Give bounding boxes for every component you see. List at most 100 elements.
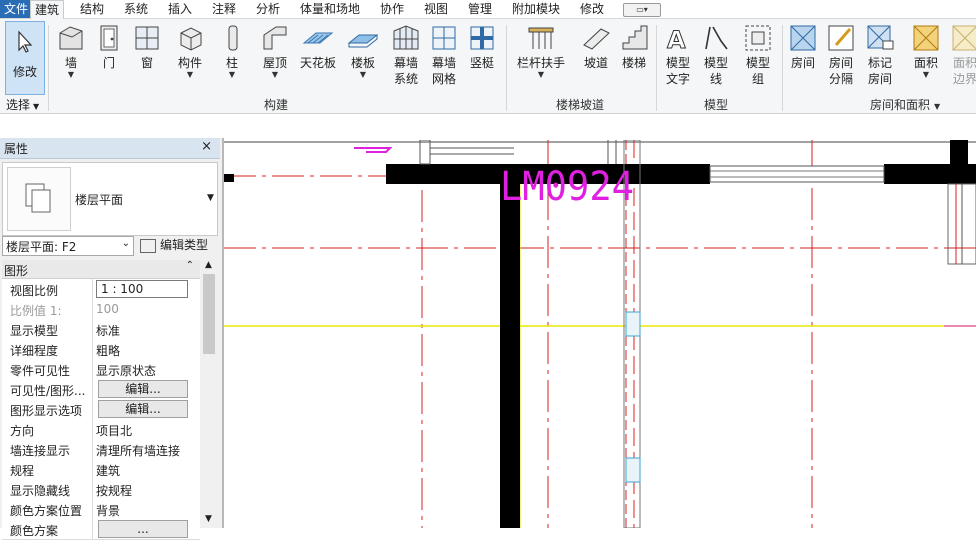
tab-modify[interactable]: 修改 <box>580 0 604 18</box>
mullion-button[interactable]: 竖梃 <box>464 23 500 71</box>
section-title: 图形 <box>4 264 29 278</box>
property-row[interactable]: 比例值 1: 100 <box>2 299 200 320</box>
wall-button[interactable]: 墙 ▼ <box>54 23 88 79</box>
model-text-button[interactable]: A 模型文字 <box>660 23 696 87</box>
property-row[interactable]: 颜色方案位置 背景 <box>2 499 200 520</box>
property-row[interactable]: 图形显示选项 编辑... <box>2 399 200 420</box>
properties-panel: 属性 × 楼层平面 ▼ 楼层平面: F2 ⌄ 编辑类型 图形 ⌃ 视图比例 1 :… <box>0 138 224 540</box>
property-row[interactable]: 详细程度 粗略 <box>2 339 200 360</box>
column-divider <box>92 499 93 519</box>
tab-structure[interactable]: 结构 <box>80 0 104 18</box>
area-button[interactable]: 面积 ▼ <box>908 23 944 79</box>
room-separator-button[interactable]: 房间分隔 <box>822 23 860 87</box>
tab-file[interactable]: 文件 <box>0 0 33 18</box>
stair-button[interactable]: 楼梯 <box>618 23 650 71</box>
tab-view[interactable]: 视图 <box>424 0 448 18</box>
roof-icon <box>263 26 287 50</box>
property-edit-button[interactable]: 编辑... <box>98 380 188 398</box>
tab-insert[interactable]: 插入 <box>168 0 192 18</box>
select-dropdown[interactable]: 选择 ▼ <box>6 96 39 113</box>
floor-button[interactable]: 楼板 ▼ <box>345 23 381 79</box>
room-label: 房间 <box>790 56 815 70</box>
model-text-label: 模型文字 <box>665 56 690 86</box>
railing-label: 栏杆扶手 <box>516 56 565 70</box>
railing-icon <box>528 27 554 49</box>
window-button[interactable]: 窗 <box>130 23 164 71</box>
tab-massing-site[interactable]: 体量和场地 <box>300 0 360 18</box>
cursor-icon <box>18 30 33 53</box>
tag-room-label: 标记房间 <box>867 56 892 86</box>
property-row[interactable]: 颜色方案... <box>2 519 200 540</box>
property-row[interactable]: 方向 项目北 <box>2 419 200 440</box>
tab-manage[interactable]: 管理 <box>468 0 492 18</box>
scroll-thumb[interactable] <box>203 274 215 354</box>
properties-scrollbar[interactable]: ▲ ▼ <box>201 258 217 528</box>
curtain-system-button[interactable]: 幕墙系统 <box>386 23 426 87</box>
property-input[interactable]: 1 : 100 <box>96 280 188 298</box>
panel-toggle-button[interactable]: ▭▾ <box>623 3 661 17</box>
edit-type-label: 编辑类型 <box>160 238 209 252</box>
area-boundary-button[interactable]: 面积边界 <box>948 23 976 87</box>
window <box>709 165 885 183</box>
property-row[interactable]: 零件可见性 显示原状态 <box>2 359 200 380</box>
property-row[interactable]: 可见性/图形... 编辑... <box>2 379 200 400</box>
edit-type-button[interactable]: 编辑类型 <box>140 236 208 254</box>
separator <box>782 25 783 111</box>
stairs-group-label: 楼梯坡道 <box>556 98 605 112</box>
tab-analyze[interactable]: 分析 <box>256 0 280 18</box>
property-key: 图形显示选项 <box>10 404 83 418</box>
model-group-button[interactable]: 模型组 <box>738 23 778 87</box>
separator <box>48 25 49 111</box>
column-button[interactable]: 柱 ▼ <box>218 23 246 79</box>
property-key: 比例值 1: <box>10 304 62 318</box>
scroll-up-icon[interactable]: ▲ <box>205 260 212 270</box>
property-edit-button[interactable]: ... <box>98 520 188 538</box>
property-row[interactable]: 显示隐藏线 按规程 <box>2 479 200 500</box>
collapse-icon[interactable]: ⌃ <box>186 260 194 271</box>
scroll-down-icon[interactable]: ▼ <box>205 514 212 524</box>
svg-text:A: A <box>667 26 686 53</box>
property-edit-button[interactable]: 编辑... <box>98 400 188 418</box>
column-label: 柱 <box>225 56 238 70</box>
railing-button[interactable]: 栏杆扶手 ▼ <box>514 23 568 79</box>
tab-systems[interactable]: 系统 <box>124 0 148 18</box>
view-instance-selector[interactable]: 楼层平面: F2 ⌄ <box>2 236 134 256</box>
property-row[interactable]: 视图比例 1 : 100 <box>2 279 200 300</box>
tab-collaborate[interactable]: 协作 <box>380 0 404 18</box>
curtain-grid-button[interactable]: 幕墙网格 <box>426 23 462 87</box>
property-key: 颜色方案 <box>10 524 59 538</box>
tab-architecture[interactable]: 建筑 <box>30 0 65 19</box>
tag-room-button[interactable]: 标记房间 <box>862 23 898 87</box>
door-button[interactable]: 门 <box>92 23 126 71</box>
property-value: 清理所有墙连接 <box>96 444 181 458</box>
type-selector[interactable]: 楼层平面 ▼ <box>2 162 218 236</box>
property-row[interactable]: 墙连接显示 清理所有墙连接 <box>2 439 200 460</box>
tab-annotate[interactable]: 注释 <box>212 0 236 18</box>
property-row[interactable]: 规程 建筑 <box>2 459 200 480</box>
ceiling-button[interactable]: 天花板 <box>298 23 338 71</box>
property-row[interactable]: 显示模型 标准 <box>2 319 200 340</box>
tag-leader <box>354 147 393 153</box>
column-divider <box>92 299 93 319</box>
property-value: 显示原状态 <box>96 364 157 378</box>
column-divider <box>92 459 93 479</box>
component-button[interactable]: 构件 ▼ <box>172 23 208 79</box>
model-group-icon <box>745 25 771 51</box>
model-line-button[interactable]: 模型线 <box>700 23 732 87</box>
tab-addins[interactable]: 附加模块 <box>512 0 560 18</box>
chevron-down-icon: ▼ <box>228 70 236 79</box>
door-tag-text[interactable]: LM0924 <box>500 164 634 210</box>
drawing-canvas[interactable]: LM0924 <box>224 140 976 528</box>
room-group-label: 房间和面积 ▼ <box>870 96 940 113</box>
room-icon <box>790 25 816 51</box>
property-value: 1 : 100 <box>101 282 144 296</box>
section-header-graphics[interactable]: 图形 ⌃ <box>2 260 200 279</box>
model-line-icon <box>705 26 728 50</box>
ramp-button[interactable]: 坡道 <box>580 23 612 71</box>
room-button[interactable]: 房间 <box>786 23 820 71</box>
close-icon[interactable]: × <box>201 139 212 154</box>
door-icon <box>100 25 118 51</box>
stair-icon <box>622 25 648 50</box>
modify-button[interactable]: 修改 <box>5 21 45 95</box>
roof-button[interactable]: 屋顶 ▼ <box>258 23 292 79</box>
